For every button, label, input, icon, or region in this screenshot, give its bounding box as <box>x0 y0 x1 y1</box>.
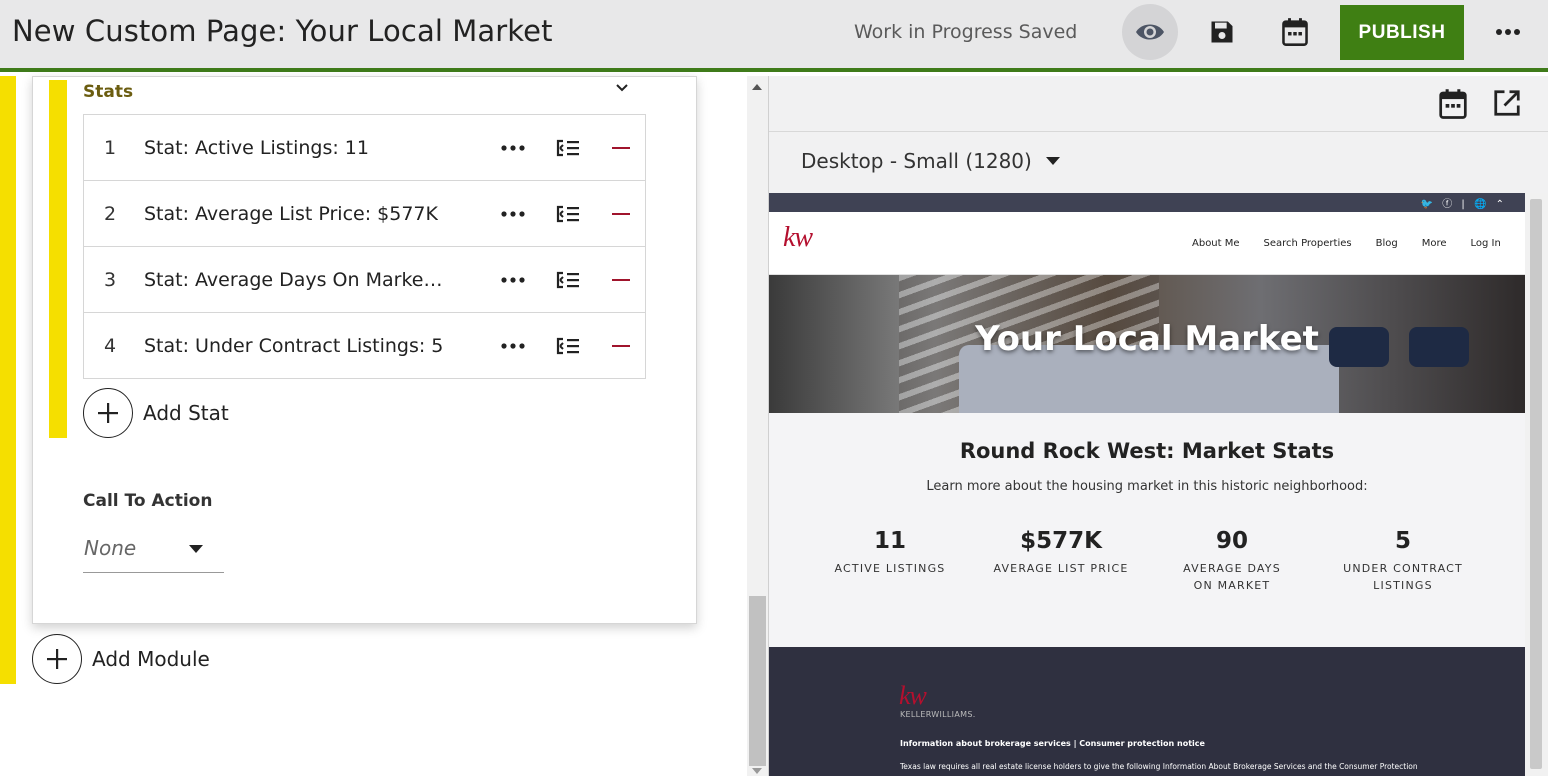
stat-more-icon[interactable] <box>499 134 527 162</box>
hero-title: Your Local Market <box>975 319 1319 359</box>
nav-link[interactable]: Search Properties <box>1264 238 1352 249</box>
footer-brand-text: KELLERWILLIAMS. <box>900 710 976 719</box>
stat-label: Stat: Average Days On Market:... <box>144 268 449 291</box>
stats-heading: Stats <box>83 82 134 102</box>
eye-icon <box>1136 24 1164 40</box>
stat-more-icon[interactable] <box>499 332 527 360</box>
preview-pane: Desktop - Small (1280) 🐦 ⓕ | 🌐 ⌃ kw Abou… <box>768 76 1548 776</box>
market-stat-caption: AVERAGE DAYS ON MARKET <box>1183 562 1281 592</box>
stat-more-icon[interactable] <box>499 200 527 228</box>
cta-select[interactable]: None <box>83 530 224 573</box>
market-stat-caption: ACTIVE LISTINGS <box>834 562 946 575</box>
scroll-up-arrow-icon[interactable] <box>752 84 762 90</box>
plus-icon <box>98 403 118 423</box>
stat-index: 4 <box>104 334 117 357</box>
remove-stat-icon[interactable] <box>607 332 635 360</box>
market-stat: $577K AVERAGE LIST PRICE <box>986 528 1136 577</box>
market-stat-value: 11 <box>873 528 906 554</box>
preview-eye-button[interactable] <box>1122 4 1178 60</box>
footer-links[interactable]: Information about brokerage services | C… <box>900 739 1205 748</box>
footer-legal-text: Texas law requires all real estate licen… <box>900 762 1418 771</box>
cta-heading: Call To Action <box>83 491 213 511</box>
more-horizontal-icon <box>1496 29 1520 35</box>
stat-row[interactable]: 2 Stat: Average List Price: $577K <box>84 180 645 246</box>
page-title: New Custom Page: Your Local Market <box>12 14 553 48</box>
preview-calendar-button[interactable] <box>1438 88 1470 120</box>
stat-label: Stat: Under Contract Listings: 5 <box>144 334 444 357</box>
reorder-icon[interactable] <box>554 200 582 228</box>
nav-link[interactable]: About Me <box>1192 238 1240 249</box>
nav-link[interactable]: Blog <box>1376 238 1398 249</box>
scroll-thumb[interactable] <box>749 596 766 766</box>
market-stat: 11 ACTIVE LISTINGS <box>815 528 965 577</box>
market-stats-subtitle: Learn more about the housing market in t… <box>926 479 1368 494</box>
stat-index: 3 <box>104 268 117 291</box>
stat-index: 2 <box>104 202 117 225</box>
save-button[interactable] <box>1202 12 1242 52</box>
remove-stat-icon[interactable] <box>607 200 635 228</box>
stat-more-icon[interactable] <box>499 266 527 294</box>
remove-stat-icon[interactable] <box>607 134 635 162</box>
device-size-select[interactable]: Desktop - Small (1280) <box>801 149 1060 173</box>
market-stat-value: 90 <box>1215 528 1248 554</box>
stat-label: Stat: Average List Price: $577K <box>144 202 438 225</box>
site-preview-frame: 🐦 ⓕ | 🌐 ⌃ kw About Me Search Properties … <box>769 193 1525 776</box>
caret-down-icon <box>189 545 203 553</box>
stat-row[interactable]: 1 Stat: Active Listings: 11 <box>84 115 645 180</box>
reorder-icon[interactable] <box>554 134 582 162</box>
stat-label: Stat: Active Listings: 11 <box>144 136 369 159</box>
stat-list: 1 Stat: Active Listings: 11 2 Stat: Aver… <box>83 114 646 379</box>
scroll-down-arrow-icon[interactable] <box>752 768 762 774</box>
scroll-thumb[interactable] <box>1530 199 1542 769</box>
market-stat-value: $577K <box>1020 528 1102 554</box>
stats-section-marker <box>49 80 67 438</box>
site-nav: kw About Me Search Properties Blog More … <box>769 212 1525 275</box>
add-module-label[interactable]: Add Module <box>92 647 210 671</box>
open-external-button[interactable] <box>1492 88 1524 120</box>
calendar-icon <box>1282 18 1308 46</box>
market-stats-section: Round Rock West: Market Stats Learn more… <box>769 413 1525 647</box>
kw-logo: kw <box>783 222 813 253</box>
editor-scrollbar[interactable] <box>747 76 768 776</box>
more-options-button[interactable] <box>1488 12 1528 52</box>
social-icons: 🐦 ⓕ | 🌐 ⌃ <box>1420 199 1507 210</box>
market-stats-title: Round Rock West: Market Stats <box>959 439 1335 463</box>
footer-kw-logo: kw <box>899 681 927 710</box>
collapse-chevron-icon[interactable] <box>612 78 632 98</box>
preview-divider <box>769 131 1548 132</box>
publish-button[interactable]: PUBLISH <box>1340 5 1464 60</box>
save-icon <box>1211 21 1233 43</box>
market-stat-caption: AVERAGE LIST PRICE <box>993 562 1129 575</box>
active-section-marker <box>0 76 16 684</box>
schedule-button[interactable] <box>1274 12 1316 52</box>
site-utility-bar: 🐦 ⓕ | 🌐 ⌃ <box>769 193 1525 212</box>
site-nav-links: About Me Search Properties Blog More Log… <box>1192 238 1501 249</box>
calendar-icon <box>1439 89 1467 119</box>
caret-down-icon <box>1045 157 1060 165</box>
market-stat: 5 UNDER CONTRACT LISTINGS <box>1328 528 1478 594</box>
save-status-text: Work in Progress Saved <box>854 21 1078 43</box>
device-size-label: Desktop - Small (1280) <box>801 149 1032 173</box>
reorder-icon[interactable] <box>554 266 582 294</box>
top-bar: New Custom Page: Your Local Market Work … <box>0 0 1548 72</box>
stat-row[interactable]: 4 Stat: Under Contract Listings: 5 <box>84 312 645 378</box>
market-stat: 90 AVERAGE DAYS ON MARKET <box>1157 528 1307 594</box>
plus-icon <box>47 649 67 669</box>
add-stat-label[interactable]: Add Stat <box>143 401 229 425</box>
market-stat-value: 5 <box>1394 528 1411 554</box>
market-stat-caption: UNDER CONTRACT LISTINGS <box>1343 562 1463 592</box>
stat-row[interactable]: 3 Stat: Average Days On Market:... <box>84 246 645 312</box>
remove-stat-icon[interactable] <box>607 266 635 294</box>
hero-banner: Your Local Market <box>769 275 1525 413</box>
add-stat-button[interactable] <box>83 388 133 438</box>
nav-link[interactable]: Log In <box>1471 238 1501 249</box>
nav-link[interactable]: More <box>1422 238 1447 249</box>
add-module-button[interactable] <box>32 634 82 684</box>
cta-selected-value: None <box>84 536 137 560</box>
preview-scrollbar[interactable] <box>1525 193 1548 776</box>
external-link-icon <box>1494 90 1520 116</box>
reorder-icon[interactable] <box>554 332 582 360</box>
stat-index: 1 <box>104 136 117 159</box>
site-footer: kw KELLERWILLIAMS. Information about bro… <box>769 647 1525 776</box>
